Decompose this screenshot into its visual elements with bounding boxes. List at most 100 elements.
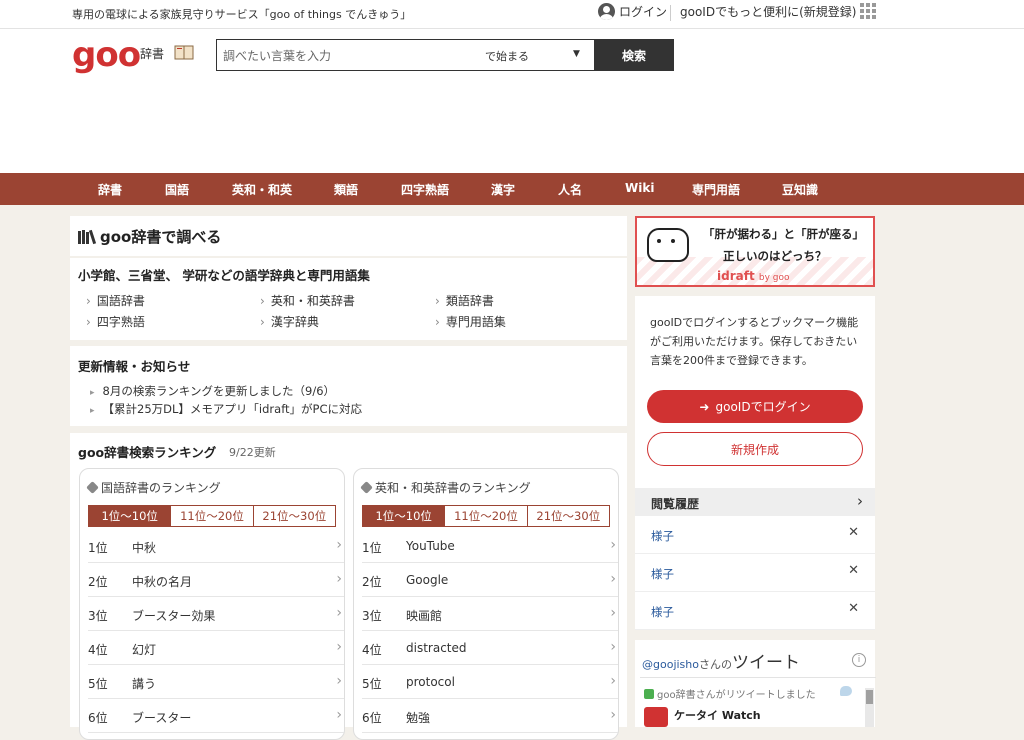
twitter-bird-icon[interactable] — [840, 686, 852, 696]
ranking-row[interactable]: 4位 distracted › — [362, 631, 618, 665]
ranking-tabs: 1位〜10位 11位〜20位 21位〜30位 — [362, 505, 610, 527]
tab-rank-11-20[interactable]: 11位〜20位 — [171, 506, 254, 526]
dictionary-heading: 小学館、三省堂、 学研などの語学辞典と専門用語集 — [78, 268, 370, 283]
link-eiwa[interactable]: 英和・和英辞書 — [260, 292, 355, 309]
nav-item-japanese[interactable]: 国語 — [165, 181, 189, 198]
tweet-scrollbar[interactable] — [865, 688, 874, 727]
tag-icon — [360, 481, 373, 494]
history-item[interactable]: 様子 ✕ — [635, 554, 875, 592]
divider — [670, 5, 671, 21]
rank-number: 3位 — [88, 609, 108, 623]
nav-item-names[interactable]: 人名 — [558, 181, 582, 198]
books-icon — [78, 229, 97, 244]
ranking-row[interactable]: 2位 中秋の名月 › — [88, 563, 344, 597]
ranking-box-eiwa: 英和・和英辞書のランキング 1位〜10位 11位〜20位 21位〜30位 1位 Y… — [353, 468, 619, 740]
ranking-row[interactable]: 3位 映画館 › — [362, 597, 618, 631]
login-link[interactable]: ログイン — [598, 3, 667, 20]
ranking-row[interactable]: 1位 中秋 › — [88, 529, 344, 563]
nav-item-trivia[interactable]: 豆知識 — [782, 181, 818, 198]
page-title-text: goo辞書で調べる — [100, 228, 222, 246]
ranking-row[interactable]: 1位 YouTube › — [362, 529, 618, 563]
tweet-account[interactable]: @goojisho — [642, 658, 699, 671]
news-item[interactable]: 8月の検索ランキングを更新しました（9/6） — [90, 383, 335, 399]
chevron-right-icon: › — [610, 537, 616, 553]
link-kokugo[interactable]: 国語辞書 — [86, 292, 145, 309]
signup-button[interactable]: 新規作成 — [647, 432, 863, 466]
tab-rank-1-10[interactable]: 1位〜10位 — [363, 506, 446, 526]
tab-rank-1-10[interactable]: 1位〜10位 — [89, 506, 172, 526]
close-icon[interactable]: ✕ — [848, 601, 859, 616]
tab-rank-11-20[interactable]: 11位〜20位 — [445, 506, 528, 526]
apps-grid-icon[interactable] — [860, 3, 876, 19]
nav-item-dictionary[interactable]: 辞書 — [98, 181, 122, 198]
ranking-row[interactable]: 4位 幻灯 › — [88, 631, 344, 665]
rank-word: 幻灯 — [132, 643, 157, 657]
rank-number: 6位 — [362, 711, 382, 725]
category-nav: 辞書 国語 英和・和英 類語 四字熟語 漢字 人名 Wiki 専門用語 豆知識 — [0, 173, 1024, 205]
close-icon[interactable]: ✕ — [848, 563, 859, 578]
nav-item-english[interactable]: 英和・和英 — [232, 181, 292, 198]
chevron-right-icon: › — [336, 673, 342, 689]
nav-item-wiki[interactable]: Wiki — [625, 181, 654, 195]
search-button[interactable]: 検索 — [594, 39, 674, 71]
nav-item-kanji[interactable]: 漢字 — [491, 181, 515, 198]
history-item[interactable]: 様子 ✕ — [635, 516, 875, 554]
link-kanji[interactable]: 漢字辞典 — [260, 313, 319, 330]
ranking-row[interactable]: 5位 protocol › — [362, 665, 618, 699]
chevron-down-icon[interactable]: ▼ — [573, 49, 580, 59]
ranking-tabs: 1位〜10位 11位〜20位 21位〜30位 — [88, 505, 336, 527]
nav-item-thesaurus[interactable]: 類語 — [334, 181, 358, 198]
link-senmon[interactable]: 専門用語集 — [435, 313, 506, 330]
ranking-row[interactable]: 6位 勉強 › — [362, 699, 618, 733]
rank-word: ブースター — [132, 711, 192, 725]
nav-item-yojijukugo[interactable]: 四字熟語 — [401, 181, 449, 198]
ranking-heading: goo辞書検索ランキング — [78, 445, 217, 460]
ad-question: 正しいのはどっち？ — [723, 249, 827, 263]
tweet-author[interactable]: ケータイ Watch — [674, 707, 761, 723]
rank-number: 2位 — [88, 575, 108, 589]
link-yojijukugo[interactable]: 四字熟語 — [86, 313, 145, 330]
rank-word: 勉強 — [406, 711, 431, 725]
history-header[interactable]: 閲覧履歴 › — [635, 488, 875, 516]
retweet-icon — [644, 688, 654, 699]
ranking-row[interactable]: 3位 ブースター効果 › — [88, 597, 344, 631]
goo-logo[interactable]: goo — [72, 35, 141, 75]
tab-rank-21-30[interactable]: 21位〜30位 — [527, 506, 609, 526]
chevron-right-icon: › — [336, 537, 342, 553]
gooid-login-button[interactable]: ➜ gooIDでログイン — [647, 390, 863, 423]
rank-number: 6位 — [88, 711, 108, 725]
rank-word: 中秋 — [132, 541, 157, 555]
tab-rank-21-30[interactable]: 21位〜30位 — [253, 506, 335, 526]
news-item[interactable]: 【累計25万DL】メモアプリ「idraft」がPCに対応 — [90, 401, 362, 417]
tweet-header: @goojishoさんのツイート — [642, 653, 800, 673]
rank-word: 講う — [132, 677, 157, 691]
search-box: で始まる ▼ 検索 — [216, 39, 674, 71]
header: goo 辞書 で始まる ▼ 検索 — [0, 29, 1024, 173]
rank-word: 映画館 — [406, 609, 443, 623]
tweet-title: ツイート — [732, 653, 800, 673]
history-word[interactable]: 様子 — [651, 604, 674, 620]
history-item[interactable]: 様子 ✕ — [635, 592, 875, 630]
idraft-ad-banner[interactable]: 「肝が据わる」と「肝が座る」 正しいのはどっち？ idraft by goo — [635, 216, 875, 287]
close-icon[interactable]: ✕ — [848, 525, 859, 540]
history-word[interactable]: 様子 — [651, 528, 674, 544]
bookmark-description: gooIDでログインするとブックマーク機能がご利用いただけます。保存しておきたい… — [650, 316, 859, 367]
chevron-right-icon: › — [610, 707, 616, 723]
search-input[interactable] — [221, 45, 475, 67]
ranking-row[interactable]: 6位 ブースター › — [88, 699, 344, 733]
promo-link[interactable]: 専用の電球による家族見守りサービス「goo of things でんきゅう」 — [72, 6, 411, 22]
nav-item-terminology[interactable]: 専門用語 — [692, 181, 740, 198]
user-icon — [598, 3, 615, 20]
history-word[interactable]: 様子 — [651, 566, 674, 582]
ranking-row[interactable]: 5位 講う › — [88, 665, 344, 699]
rank-number: 4位 — [88, 643, 108, 657]
link-ruigo[interactable]: 類語辞書 — [435, 292, 494, 309]
rank-number: 3位 — [362, 609, 382, 623]
retweet-note: goo辞書さんがリツイートしました — [644, 686, 816, 701]
keitai-watch-avatar[interactable] — [644, 707, 668, 727]
ranking-box-kokugo: 国語辞書のランキング 1位〜10位 11位〜20位 21位〜30位 1位 中秋 › … — [79, 468, 345, 740]
info-icon[interactable]: i — [852, 653, 866, 667]
search-mode-select[interactable]: で始まる — [485, 48, 529, 64]
register-link[interactable]: gooIDでもっと便利に(新規登録) — [680, 3, 856, 20]
ranking-row[interactable]: 2位 Google › — [362, 563, 618, 597]
